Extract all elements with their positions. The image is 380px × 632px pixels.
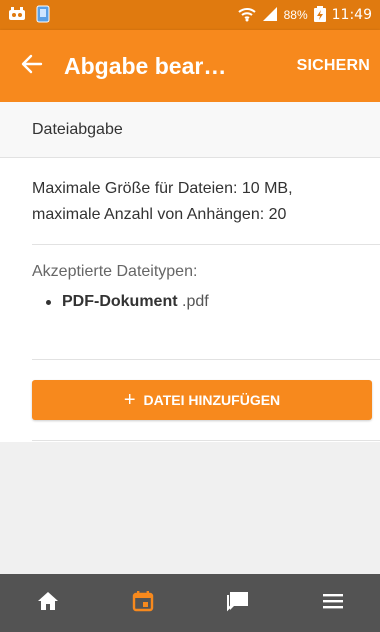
submission-card: Dateiabgabe Maximale Größe für Dateien: … <box>0 102 380 442</box>
signal-icon <box>262 6 278 25</box>
messages-icon <box>226 590 250 617</box>
page-title: Abgabe bear… <box>64 52 227 79</box>
save-button[interactable]: SICHERN <box>293 49 374 83</box>
calendar-icon <box>132 590 154 617</box>
bottom-navigation <box>0 574 380 632</box>
nav-messages[interactable] <box>208 574 268 632</box>
plus-icon: + <box>123 389 136 411</box>
battery-charging-icon <box>313 5 326 25</box>
app-notification-icon <box>8 6 26 25</box>
divider <box>32 440 380 441</box>
status-bar: 88% 11:49 <box>0 0 380 30</box>
wifi-icon <box>237 6 256 25</box>
nav-menu[interactable] <box>303 574 363 632</box>
divider <box>32 359 380 360</box>
home-icon <box>37 591 59 616</box>
clock: 11:49 <box>331 7 372 23</box>
upload-limits-text: Maximale Größe für Dateien: 10 MB, maxim… <box>0 158 380 244</box>
section-header: Dateiabgabe <box>0 102 380 158</box>
phone-notification-icon <box>36 5 50 26</box>
accepted-types-label: Akzeptierte Dateitypen: <box>32 263 198 280</box>
add-file-label: DATEI HINZUFÜGEN <box>143 392 281 408</box>
file-types-list: PDF-Dokument .pdf <box>32 293 348 311</box>
accepted-types-block: Akzeptierte Dateitypen: PDF-Dokument .pd… <box>0 245 380 359</box>
back-button[interactable] <box>0 30 64 102</box>
arrow-left-icon <box>21 54 43 79</box>
file-type-name: PDF-Dokument <box>62 293 178 310</box>
nav-calendar[interactable] <box>113 574 173 632</box>
max-file-size-line: Maximale Größe für Dateien: 10 MB, <box>32 180 293 197</box>
file-type-extension: .pdf <box>177 293 209 310</box>
add-file-button[interactable]: + DATEI HINZUFÜGEN <box>32 380 372 420</box>
screen: 88% 11:49 Abgabe bear… SICHERN Dateiabga… <box>0 0 380 632</box>
file-type-item: PDF-Dokument .pdf <box>46 293 348 311</box>
menu-icon <box>322 592 344 615</box>
max-attachments-line: maximale Anzahl von Anhängen: 20 <box>32 206 287 223</box>
nav-home[interactable] <box>18 574 78 632</box>
app-bar: Abgabe bear… SICHERN <box>0 30 380 102</box>
battery-percent: 88% <box>283 8 308 22</box>
